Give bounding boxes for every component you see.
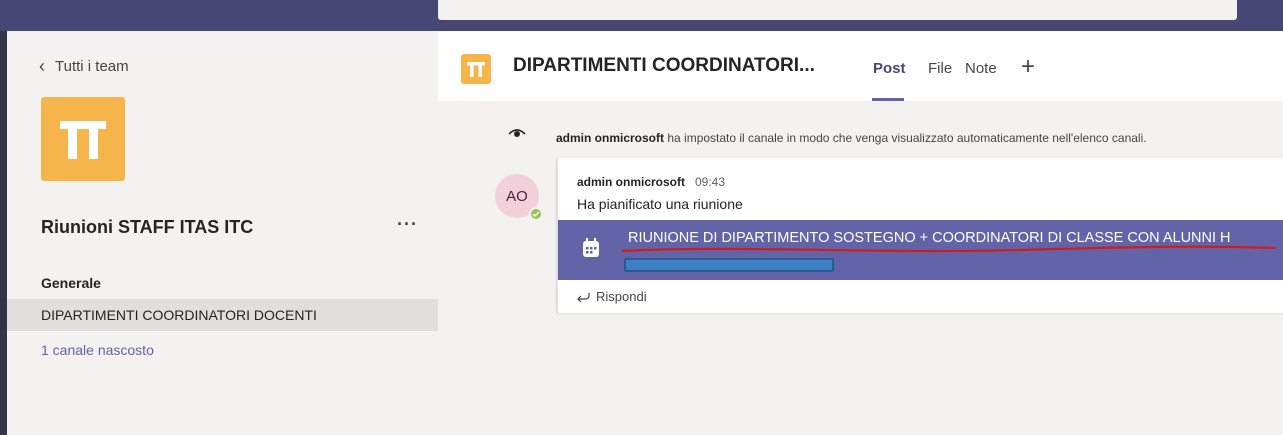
system-message: admin onmicrosoft ha impostato il canale… — [556, 131, 1147, 145]
reply-label: Rispondi — [596, 289, 647, 304]
presence-available-icon — [529, 207, 543, 221]
check-icon — [532, 211, 540, 217]
avatar-initials: AO — [506, 187, 528, 205]
active-tab-indicator — [872, 98, 904, 101]
pi-icon — [467, 62, 485, 77]
tab-note[interactable]: Note — [965, 60, 997, 77]
sidebar-item-channel[interactable]: DIPARTIMENTI COORDINATORI DOCENTI — [7, 299, 438, 331]
meeting-card[interactable]: RIUNIONE DI DIPARTIMENTO SOSTEGNO + COOR… — [558, 220, 1283, 280]
post-card[interactable]: admin onmicrosoft 09:43 Ha pianificato u… — [556, 158, 1283, 313]
team-more-options-button[interactable]: ··· — [397, 214, 418, 235]
channel-logo — [461, 54, 491, 84]
tab-file[interactable]: File — [928, 60, 952, 77]
search-box[interactable] — [438, 0, 1237, 20]
pi-icon — [60, 121, 106, 159]
tab-post[interactable]: Post — [873, 60, 906, 77]
system-message-actor: admin onmicrosoft — [556, 131, 665, 145]
channel-label: DIPARTIMENTI COORDINATORI DOCENTI — [41, 307, 317, 323]
post-timestamp: 09:43 — [695, 175, 726, 189]
reply-button[interactable]: Rispondi — [576, 289, 647, 304]
post-author[interactable]: admin onmicrosoft — [577, 175, 685, 189]
add-tab-button[interactable]: + — [1021, 53, 1035, 81]
channel-title: DIPARTIMENTI COORDINATORI... — [513, 55, 815, 76]
system-message-text: ha impostato il canale in modo che venga… — [664, 131, 1147, 145]
eye-icon — [508, 129, 526, 137]
post-text: Ha pianificato una riunione — [577, 196, 743, 212]
redacted-meeting-date — [624, 258, 834, 272]
team-logo — [41, 97, 125, 181]
team-sidebar: ‹ Tutti i team Riunioni STAFF ITAS ITC ·… — [7, 31, 438, 435]
red-underline-annotation — [621, 245, 1277, 253]
top-bar — [0, 0, 1283, 31]
back-to-teams-link[interactable]: ‹ Tutti i team — [39, 57, 129, 75]
hidden-channels-link[interactable]: 1 canale nascosto — [41, 342, 154, 358]
app-rail — [0, 31, 7, 435]
reply-arrow-icon — [577, 292, 590, 302]
system-message-icon-wrap — [508, 127, 526, 139]
back-link-label: Tutti i team — [55, 57, 129, 75]
channel-section-title[interactable]: Generale — [41, 275, 101, 291]
calendar-icon — [583, 238, 599, 257]
chevron-left-icon: ‹ — [39, 56, 45, 76]
team-name: Riunioni STAFF ITAS ITC — [41, 217, 254, 237]
channel-header: DIPARTIMENTI COORDINATORI... Post File N… — [438, 31, 1283, 101]
channel-main: DIPARTIMENTI COORDINATORI... Post File N… — [438, 31, 1283, 435]
